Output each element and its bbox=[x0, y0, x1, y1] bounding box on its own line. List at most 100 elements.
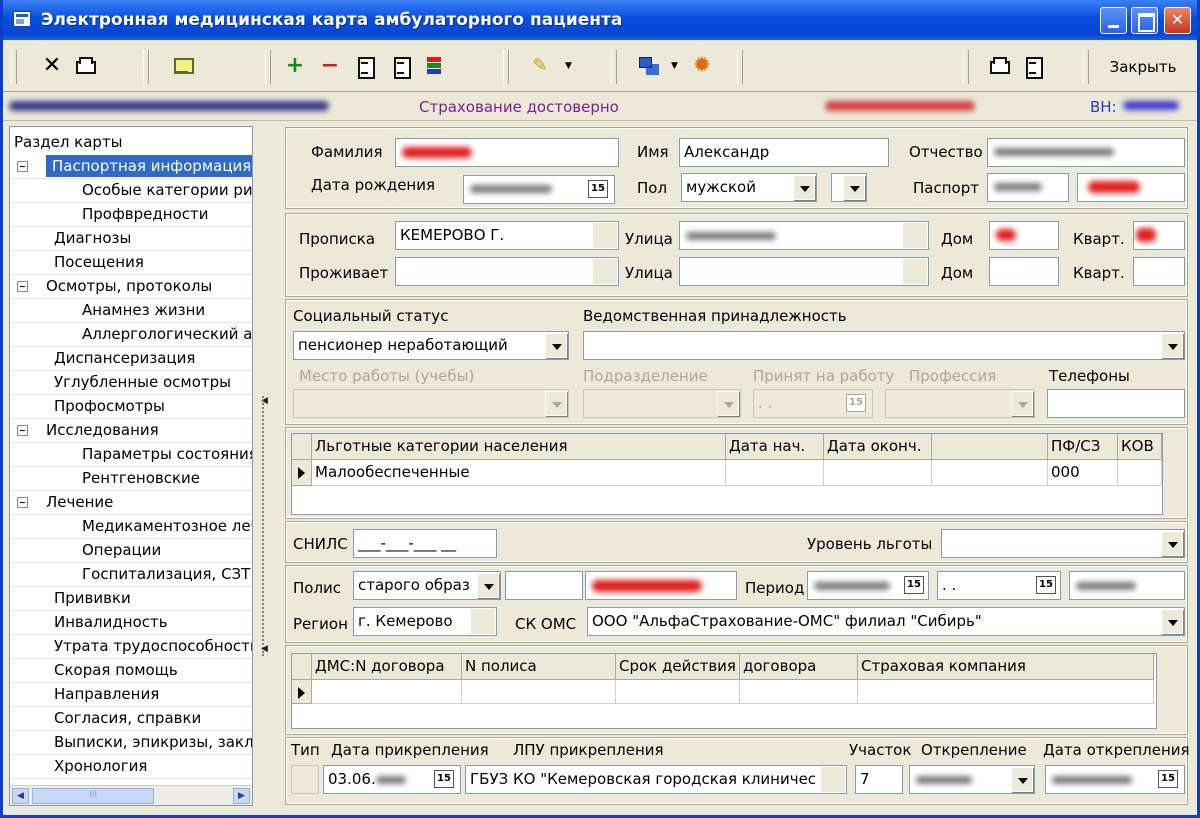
policy-type-select[interactable]: старого образ bbox=[353, 571, 501, 600]
benefits-col-empty[interactable] bbox=[932, 434, 1048, 460]
title-bar[interactable]: Электронная медицинская карта амбулаторн… bbox=[3, 0, 1197, 40]
tree-item[interactable]: Прививки bbox=[10, 587, 252, 611]
tree-item[interactable]: Профвредности bbox=[10, 203, 252, 227]
hired-date-field[interactable]: . . 15 bbox=[753, 389, 873, 418]
collapse-toggle-icon[interactable] bbox=[17, 281, 28, 292]
card-sections-tree[interactable]: Раздел карты Паспортная информация Особые… bbox=[9, 126, 253, 806]
tree-item[interactable]: Анамнез жизни bbox=[10, 299, 252, 323]
chevron-down-icon[interactable] bbox=[1011, 767, 1033, 792]
benefits-col-kov[interactable]: КОВ bbox=[1118, 434, 1162, 460]
scroll-thumb[interactable]: III bbox=[32, 788, 154, 804]
benefit-kov-cell[interactable] bbox=[1118, 460, 1162, 486]
tree-horizontal-scrollbar[interactable]: ◀ III ▶ bbox=[10, 785, 252, 805]
collapse-toggle-icon[interactable] bbox=[17, 497, 28, 508]
street-lookup-button[interactable] bbox=[902, 222, 928, 249]
chevron-down-icon[interactable] bbox=[1011, 391, 1033, 416]
gear-icon[interactable]: ✹ bbox=[691, 55, 713, 77]
collapse-left-icon[interactable]: ◀ bbox=[261, 644, 268, 654]
tree-item[interactable]: Инвалидность bbox=[10, 611, 252, 635]
benefits-col-end[interactable]: Дата оконч. bbox=[824, 434, 932, 460]
dms-company-cell[interactable] bbox=[858, 680, 1154, 704]
tree-item[interactable]: Диспансеризация bbox=[10, 347, 252, 371]
snils-field[interactable]: ___-___-___ __ bbox=[353, 529, 497, 558]
attach-date-field[interactable]: 03.06. 15 bbox=[323, 765, 461, 794]
passport-type-select[interactable] bbox=[831, 173, 867, 202]
lpu-lookup-button[interactable] bbox=[820, 766, 846, 793]
cancel-x-icon[interactable]: ✕ bbox=[41, 55, 63, 77]
tree-item[interactable]: Паспортная информация bbox=[10, 155, 252, 179]
workplace-select[interactable] bbox=[293, 389, 569, 418]
tree-item[interactable]: Диагнозы bbox=[10, 227, 252, 251]
tree-item[interactable]: Утрата трудоспособности bbox=[10, 635, 252, 659]
city-lookup-button[interactable] bbox=[592, 258, 618, 285]
period-end-field[interactable]: . . 15 bbox=[937, 571, 1061, 600]
patronymic-field[interactable] bbox=[987, 138, 1185, 167]
tree-item[interactable]: Аллергологический ан bbox=[10, 323, 252, 347]
calendar-icon[interactable]: 15 bbox=[1158, 770, 1178, 788]
dms-col-validity[interactable]: Срок действия bbox=[616, 654, 740, 680]
tree-item[interactable]: Выписки, эпикризы, закл bbox=[10, 731, 252, 755]
benefit-level-select[interactable] bbox=[941, 529, 1185, 558]
tree-item[interactable]: Медикаментозное леч bbox=[10, 515, 252, 539]
benefits-grid[interactable]: Льготные категории населения Дата нач. Д… bbox=[291, 433, 1163, 515]
passport-number-field[interactable] bbox=[1077, 173, 1185, 202]
tree-item[interactable]: Направления bbox=[10, 683, 252, 707]
chevron-down-icon[interactable] bbox=[477, 573, 499, 598]
splitter[interactable]: ◀ ◀ bbox=[259, 126, 271, 806]
type-field[interactable] bbox=[291, 765, 319, 794]
benefit-pfsz-cell[interactable]: 000 bbox=[1048, 460, 1118, 486]
minimize-button[interactable] bbox=[1100, 7, 1127, 34]
skoms-select[interactable]: ООО "АльфаСтрахование-ОМС" филиал "Сибир… bbox=[587, 607, 1185, 636]
calendar-icon[interactable]: 15 bbox=[846, 394, 866, 412]
tree-item[interactable]: Операции bbox=[10, 539, 252, 563]
dms-col-policy[interactable]: N полиса bbox=[462, 654, 616, 680]
dms-policy-cell[interactable] bbox=[462, 680, 616, 704]
chevron-down-icon[interactable] bbox=[717, 391, 739, 416]
benefit-start-cell[interactable] bbox=[726, 460, 824, 486]
department-select[interactable] bbox=[583, 331, 1185, 360]
benefit-category-cell[interactable]: Малообеспеченные bbox=[312, 460, 726, 486]
tree-item[interactable]: Госпитализация, СЗТ bbox=[10, 563, 252, 587]
surname-field[interactable] bbox=[395, 138, 619, 167]
layers-icon[interactable] bbox=[423, 55, 445, 77]
chevron-down-icon[interactable] bbox=[545, 391, 567, 416]
passport-series-field[interactable] bbox=[987, 173, 1069, 202]
chevron-down-icon[interactable]: ▼ bbox=[671, 61, 678, 71]
wand-icon[interactable]: ✎ bbox=[529, 55, 551, 77]
chevron-down-icon[interactable] bbox=[793, 175, 815, 200]
city-lookup-button[interactable] bbox=[592, 222, 618, 249]
dms-col-contract[interactable]: ДМС:N договора bbox=[312, 654, 462, 680]
chevron-down-icon[interactable]: ▼ bbox=[565, 61, 572, 71]
street-field[interactable] bbox=[679, 221, 929, 250]
policy-extra-field[interactable] bbox=[1069, 571, 1185, 600]
chevron-down-icon[interactable] bbox=[1161, 531, 1183, 556]
division-select[interactable] bbox=[583, 389, 741, 418]
scroll-left-icon[interactable]: ◀ bbox=[12, 788, 29, 804]
detach-date-field[interactable]: 15 bbox=[1045, 765, 1185, 794]
dms-col-agreement[interactable]: договора bbox=[740, 654, 858, 680]
dms-contract-cell[interactable] bbox=[312, 680, 462, 704]
tree-item[interactable]: Хронология bbox=[10, 755, 252, 779]
tree-item[interactable]: Профосмотры bbox=[10, 395, 252, 419]
region-field[interactable]: г. Кемерово bbox=[353, 607, 497, 636]
birthdate-field[interactable]: 15 bbox=[463, 175, 615, 204]
sex-select[interactable]: мужской bbox=[681, 173, 817, 202]
tree-item[interactable]: Лечение bbox=[10, 491, 252, 515]
detach-select[interactable] bbox=[909, 765, 1035, 794]
benefit-empty-cell[interactable] bbox=[932, 460, 1048, 486]
lpu-field[interactable]: ГБУЗ КО "Кемеровская городская клиничес bbox=[465, 765, 847, 794]
dms-grid[interactable]: ДМС:N договора N полиса Срок действия до… bbox=[291, 653, 1157, 729]
tree-item[interactable]: Посещения bbox=[10, 251, 252, 275]
chevron-down-icon[interactable] bbox=[843, 175, 865, 200]
dms-validity-cell[interactable] bbox=[616, 680, 740, 704]
close-window-button[interactable]: ✕ bbox=[1164, 7, 1191, 34]
calendar-icon[interactable]: 15 bbox=[904, 576, 924, 594]
network-computers-icon[interactable] bbox=[637, 55, 659, 77]
print-icon[interactable] bbox=[987, 55, 1010, 77]
scroll-right-icon[interactable]: ▶ bbox=[233, 788, 250, 804]
profession-select[interactable] bbox=[885, 389, 1035, 418]
social-status-select[interactable]: пенсионер неработающий bbox=[293, 331, 569, 360]
print-icon[interactable] bbox=[73, 55, 96, 77]
section-field[interactable]: 7 bbox=[855, 765, 903, 794]
collapse-toggle-icon[interactable] bbox=[17, 161, 28, 172]
